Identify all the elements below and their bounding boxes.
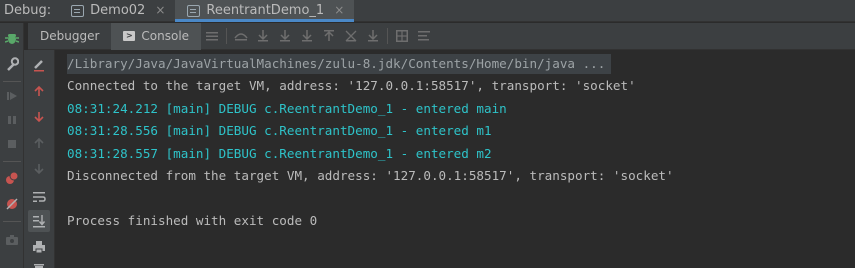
step-over-icon[interactable]	[252, 25, 274, 47]
tab-reentrantdemo-1[interactable]: ReentrantDemo_1 ×	[175, 0, 355, 22]
up-arrow-icon[interactable]	[28, 80, 50, 102]
run-config-icon	[187, 4, 201, 17]
view-breakpoints-icon[interactable]	[1, 167, 23, 189]
close-icon[interactable]: ×	[155, 0, 165, 21]
force-step-into-icon[interactable]	[296, 25, 318, 47]
tab-label: Console	[141, 28, 190, 43]
console-line: Connected to the target VM, address: '12…	[67, 78, 636, 94]
tab-debugger[interactable]: Debugger	[28, 23, 111, 50]
console-line: 08:31:24.212 [main] DEBUG c.ReentrantDem…	[67, 100, 507, 116]
step-into-icon[interactable]	[274, 25, 296, 47]
trace-icon[interactable]	[413, 25, 435, 47]
stop-icon[interactable]	[1, 133, 23, 155]
mute-breakpoints-icon[interactable]	[1, 193, 23, 215]
step-out-icon[interactable]	[318, 25, 340, 47]
tab-console[interactable]: > Console	[111, 22, 202, 50]
tab-demo02[interactable]: Demo02 ×	[59, 0, 175, 21]
down-arrow-icon[interactable]	[28, 158, 50, 180]
debug-toolbar: Debugger > Console	[28, 22, 855, 50]
console-side-toolbar	[24, 50, 55, 268]
rerun-icon[interactable]	[1, 85, 23, 107]
run-to-cursor-icon[interactable]	[362, 25, 384, 47]
java-command[interactable]: /Library/Java/JavaVirtualMachines/zulu-8…	[67, 54, 612, 74]
show-execution-point-icon[interactable]	[230, 25, 252, 47]
console-line: 08:31:28.557 [main] DEBUG c.ReentrantDem…	[67, 145, 492, 161]
tab-label: Demo02	[90, 3, 146, 18]
console-output[interactable]: /Library/Java/JavaVirtualMachines/zulu-8…	[56, 50, 855, 268]
console-line: Process finished with exit code 0	[67, 212, 318, 228]
up-arrow-icon[interactable]	[28, 132, 50, 154]
down-arrow-icon[interactable]	[28, 106, 50, 128]
console-line: /Library/Java/JavaVirtualMachines/zulu-8…	[67, 53, 855, 75]
camera-icon[interactable]	[1, 229, 23, 251]
soft-wrap-icon[interactable]	[28, 186, 50, 208]
debug-side-toolbar	[0, 23, 24, 268]
console-line: Disconnected from the target VM, address…	[67, 167, 674, 183]
console-icon: >	[123, 31, 136, 41]
debug-label: Debug:	[4, 3, 52, 18]
drop-frame-icon[interactable]	[340, 25, 362, 47]
run-config-icon	[71, 4, 85, 17]
bug-icon	[1, 27, 23, 49]
tab-label: ReentrantDemo_1	[206, 3, 325, 18]
clear-icon[interactable]	[28, 54, 50, 76]
trash-icon[interactable]	[28, 258, 50, 268]
close-icon[interactable]: ×	[334, 0, 344, 21]
debug-tab-bar: Debug: Demo02 × ReentrantDemo_1 ×	[0, 0, 855, 22]
tab-label: Debugger	[40, 28, 100, 43]
pause-icon[interactable]	[1, 109, 23, 131]
wrench-icon[interactable]	[1, 53, 23, 75]
print-icon[interactable]	[28, 236, 50, 258]
menu-icon[interactable]	[201, 25, 223, 47]
table-icon[interactable]	[391, 25, 413, 47]
scroll-to-end-icon[interactable]	[28, 210, 50, 232]
console-line: 08:31:28.556 [main] DEBUG c.ReentrantDem…	[67, 123, 492, 139]
